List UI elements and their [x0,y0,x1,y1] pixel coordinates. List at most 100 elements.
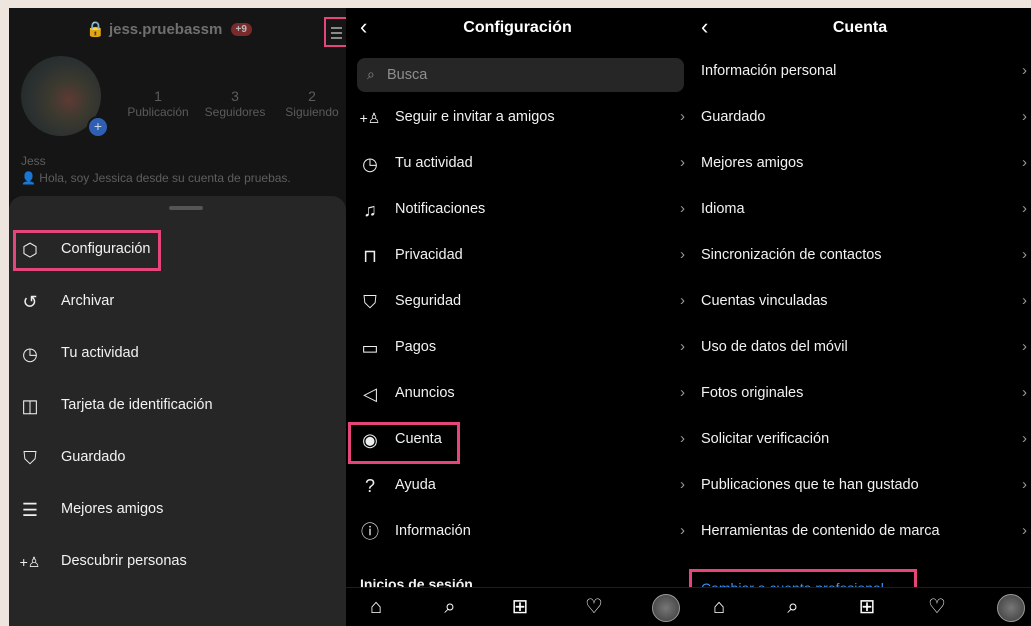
stat-following-label: Siguiendo [285,105,339,119]
stat-followers-count: 3 [231,88,239,104]
profile-menu-panel: 🔒 jess.pruebassm +9 + 1 Publicación 3 Se… [9,8,346,626]
menu-item-archivar[interactable]: ↺ Archivar [9,282,346,322]
sheet-handle[interactable] [169,206,203,210]
settings-item-info[interactable]: ⓘ Información › [346,512,689,552]
add-post-icon[interactable]: ⊞ [855,595,879,619]
profile-username[interactable]: 🔒 jess.pruebassm +9 [9,20,329,38]
add-post-icon[interactable]: ⊞ [508,595,532,619]
help-icon: ? [364,476,375,496]
stat-following-count: 2 [308,88,316,104]
settings-item-payments[interactable]: ▭ Pagos › [346,328,689,368]
menu-item-descubrir[interactable]: +♙ Descubrir personas [9,542,346,582]
profile-avatar[interactable] [997,594,1025,622]
chevron-right-icon: › [1022,292,1027,309]
search-placeholder: Busca [387,67,428,83]
account-item[interactable]: Información personal › [689,52,1031,92]
account-panel: ‹ Cuenta Información personal › Guardado… [689,8,1031,626]
stat-followers[interactable]: 3 Seguidores [199,88,271,119]
settings-panel: ‹ Configuración ⌕ Busca +♙ Seguir e invi… [346,8,689,626]
account-item[interactable]: Mejores amigos › [689,144,1031,184]
settings-item-label: Notificaciones [395,201,486,217]
settings-item-help[interactable]: ? Ayuda › [346,466,689,506]
settings-item-security[interactable]: ⛉ Seguridad › [346,282,689,322]
stat-followers-label: Seguidores [204,105,266,119]
chevron-right-icon: › [680,522,685,539]
menu-item-label: Archivar [61,293,115,309]
search-icon[interactable]: ⌕ [438,595,462,619]
add-story-icon[interactable]: + [87,116,109,138]
chevron-right-icon: › [680,338,685,355]
menu-item-tu-actividad[interactable]: ◷ Tu actividad [9,334,346,374]
bell-icon: ♫ [363,200,377,220]
account-item-label: Mejores amigos [701,155,804,171]
stat-following[interactable]: 2 Siguiendo [279,88,345,119]
chevron-right-icon: › [1022,338,1027,355]
account-item[interactable]: Sincronización de contactos › [689,236,1031,276]
bottom-tab-bar: ⌂ ⌕ ⊞ ♡ [346,587,689,626]
home-icon[interactable]: ⌂ [364,595,388,619]
highlight-box [348,422,460,464]
chevron-right-icon: › [680,154,685,171]
menu-item-label: Tu actividad [61,345,139,361]
account-item-label: Guardado [701,109,766,125]
account-item[interactable]: Guardado › [689,98,1031,138]
chevron-right-icon: › [1022,108,1027,125]
chevron-right-icon: › [680,200,685,217]
chevron-right-icon: › [680,292,685,309]
settings-item-ads[interactable]: ◁ Anuncios › [346,374,689,414]
menu-item-mejores-amigos[interactable]: ☰ Mejores amigos [9,490,346,530]
account-item[interactable]: Herramientas de contenido de marca › [689,512,1031,552]
archive-icon: ↺ [22,292,38,312]
add-friend-icon: +♙ [359,110,381,126]
account-item[interactable]: Fotos originales › [689,374,1031,414]
settings-header: ‹ Configuración [346,8,689,50]
account-header: ‹ Cuenta [689,8,1031,50]
megaphone-icon: ◁ [363,384,377,404]
settings-item-label: Anuncios [395,385,455,401]
heart-icon[interactable]: ♡ [925,595,949,619]
notification-badge: +9 [230,23,252,36]
account-item-label: Uso de datos del móvil [701,339,848,355]
account-item[interactable]: Solicitar verificación › [689,420,1031,460]
profile-header: 🔒 jess.pruebassm +9 + 1 Publicación 3 Se… [9,8,346,196]
account-item[interactable]: Cuentas vinculadas › [689,282,1031,322]
profile-name: Jess [21,154,46,168]
chevron-right-icon: › [1022,154,1027,171]
search-input[interactable]: ⌕ Busca [357,58,684,92]
chevron-right-icon: › [1022,62,1027,79]
heart-icon[interactable]: ♡ [582,595,606,619]
account-item[interactable]: Publicaciones que te han gustado › [689,466,1031,506]
menu-item-tarjeta[interactable]: ◫ Tarjeta de identificación [9,386,346,426]
lock-icon: ⊓ [362,246,378,266]
chevron-right-icon: › [1022,522,1027,539]
settings-item-label: Seguir e invitar a amigos [395,109,555,125]
settings-item-activity[interactable]: ◷ Tu actividad › [346,144,689,184]
search-icon[interactable]: ⌕ [781,595,805,619]
chevron-right-icon: › [1022,430,1027,447]
menu-item-guardado[interactable]: ⛉ Guardado [9,438,346,478]
chevron-right-icon: › [1022,246,1027,263]
discover-people-icon: +♙ [19,554,41,570]
settings-item-invite[interactable]: +♙ Seguir e invitar a amigos › [346,98,689,138]
hamburger-menu-icon[interactable] [324,17,346,47]
account-item-label: Herramientas de contenido de marca [701,523,940,539]
stat-posts-count: 1 [154,88,162,104]
profile-bio-text: Hola, soy Jessica desde su cuenta de pru… [39,171,291,185]
chevron-right-icon: › [1022,200,1027,217]
chevron-right-icon: › [680,430,685,447]
settings-item-notifications[interactable]: ♫ Notificaciones › [346,190,689,230]
menu-item-label: Tarjeta de identificación [61,397,213,413]
chevron-right-icon: › [680,108,685,125]
account-item[interactable]: Idioma › [689,190,1031,230]
home-icon[interactable]: ⌂ [707,595,731,619]
chevron-right-icon: › [680,384,685,401]
account-item-label: Cuentas vinculadas [701,293,828,309]
settings-item-label: Privacidad [395,247,463,263]
profile-avatar[interactable] [652,594,680,622]
menu-item-label: Descubrir personas [61,553,187,569]
bookmark-icon: ⛉ [23,448,37,468]
account-item[interactable]: Uso de datos del móvil › [689,328,1031,368]
stat-posts[interactable]: 1 Publicación [124,88,192,119]
stat-posts-label: Publicación [127,105,189,119]
settings-item-privacy[interactable]: ⊓ Privacidad › [346,236,689,276]
